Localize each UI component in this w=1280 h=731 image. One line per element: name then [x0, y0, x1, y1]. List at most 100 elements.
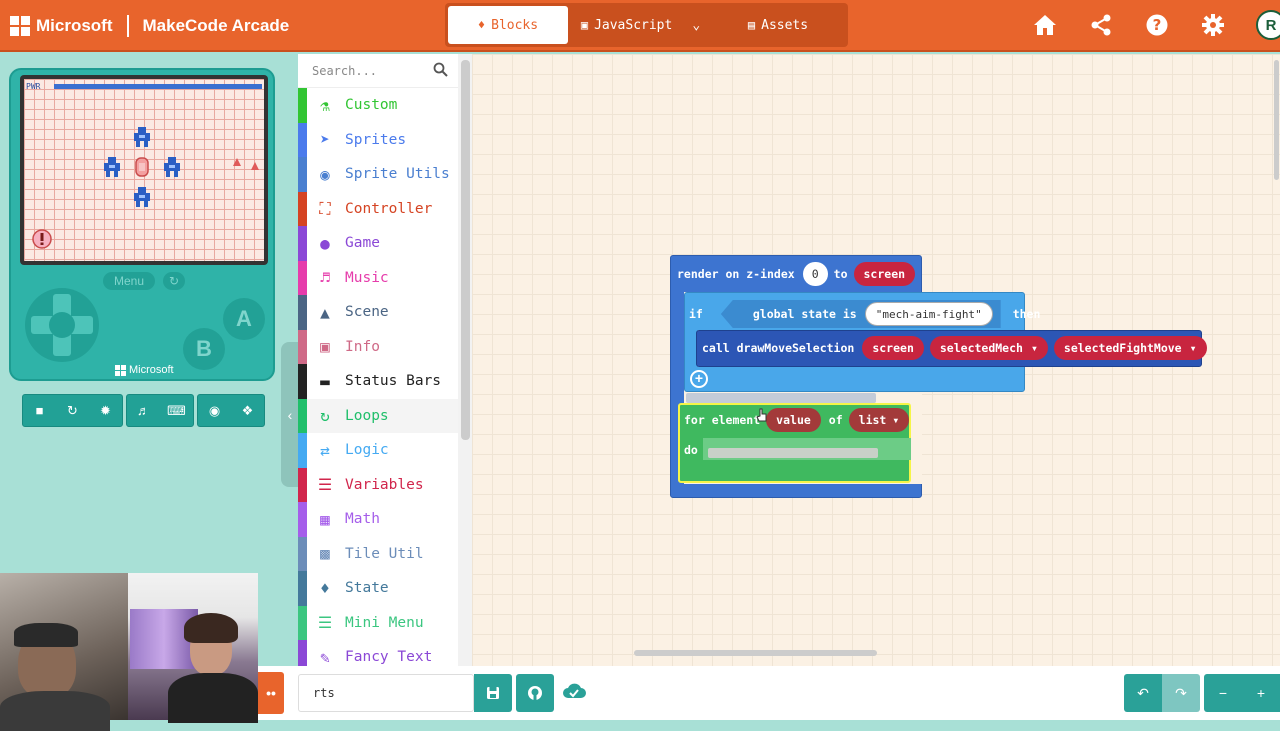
call-arg-selected-mech[interactable]: selectedMech ▾	[929, 336, 1048, 360]
mech-sprite	[134, 187, 150, 207]
help-icon[interactable]: ?	[1144, 12, 1170, 38]
toolbox-search-input[interactable]: Search...	[298, 54, 458, 88]
webcam-feed-2	[128, 573, 258, 723]
restart-icon[interactable]: ↻	[56, 395, 89, 426]
paper-plane-icon: ➤	[320, 130, 330, 150]
category-sprites[interactable]: ➤ Sprites	[298, 122, 458, 157]
game-grid: PWR	[24, 79, 264, 261]
category-custom[interactable]: ⚗ Custom	[298, 88, 458, 123]
toolbox-scrollbar[interactable]	[458, 54, 472, 666]
undo-icon[interactable]: ↶	[1124, 674, 1162, 712]
category-tile-util[interactable]: ▩ Tile Util	[298, 536, 458, 571]
user-avatar[interactable]: R	[1256, 10, 1280, 40]
shuffle-icon: ⇄	[320, 440, 330, 460]
category-info[interactable]: ▣ Info	[298, 329, 458, 364]
more-options-icon[interactable]: ••	[258, 672, 284, 714]
app-logo[interactable]: Microsoft MakeCode Arcade	[10, 15, 289, 37]
zoom-in-icon[interactable]: +	[1242, 674, 1280, 712]
cloud-sync-icon[interactable]	[562, 682, 586, 702]
menu-button[interactable]: Menu	[103, 272, 155, 290]
for-element-list-dropdown[interactable]: list ▾	[848, 408, 910, 432]
workspace-vertical-scrollbar[interactable]	[1274, 60, 1279, 180]
home-icon[interactable]	[1032, 12, 1058, 38]
category-color-bar	[298, 467, 307, 502]
person-body	[0, 691, 110, 731]
logo-divider	[126, 15, 129, 37]
menu-lines-icon: ☰	[317, 613, 333, 633]
circle-icon: ●	[320, 233, 330, 253]
person-body	[168, 673, 258, 723]
category-logic[interactable]: ⇄ Logic	[298, 433, 458, 468]
stop-icon[interactable]: ■	[23, 395, 56, 426]
dpad[interactable]	[25, 288, 99, 362]
category-sprite-utils[interactable]: ◉ Sprite Utils	[298, 157, 458, 192]
volume-icon[interactable]: ♬	[127, 395, 160, 426]
share-icon[interactable]	[1088, 12, 1114, 38]
power-label: PWR	[26, 82, 41, 91]
fullscreen-icon[interactable]: ❖	[231, 395, 264, 426]
tab-javascript[interactable]: ▣ JavaScript ⌄	[568, 6, 713, 44]
call-arg-selected-fight-move[interactable]: selectedFightMove ▾	[1053, 336, 1207, 360]
zoom-out-icon[interactable]: −	[1204, 674, 1242, 712]
project-name-input[interactable]: rts	[298, 674, 474, 712]
render-target-dropdown[interactable]: screen	[853, 262, 916, 286]
category-color-bar	[298, 329, 307, 364]
category-music[interactable]: ♬ Music	[298, 260, 458, 295]
category-state[interactable]: ♦ State	[298, 571, 458, 606]
category-scene[interactable]: ▲ Scene	[298, 295, 458, 330]
category-fancy-text[interactable]: ✎ Fancy Text	[298, 640, 458, 666]
mech-sprite	[134, 127, 150, 147]
hand-cursor-icon	[756, 408, 767, 422]
category-color-bar	[298, 364, 307, 399]
of-label: of	[828, 413, 843, 427]
category-label: Info	[345, 338, 380, 355]
category-label: Variables	[345, 476, 424, 493]
gamepad-icon: ⛶	[319, 198, 331, 218]
render-block-label: render on z-index	[677, 267, 795, 281]
search-icon[interactable]	[433, 62, 448, 81]
category-color-bar	[298, 536, 307, 571]
tab-assets-label: Assets	[761, 17, 809, 33]
state-value-input[interactable]: " mech-aim-fight "	[864, 302, 993, 326]
save-icon[interactable]	[474, 674, 512, 712]
for-element-var[interactable]: value	[766, 408, 821, 432]
global-state-condition[interactable]: global state is " mech-aim-fight "	[720, 300, 1001, 328]
call-arg-screen[interactable]: screen	[862, 336, 924, 360]
global-state-label: global state is	[752, 307, 857, 321]
settings-gear-icon[interactable]	[1200, 12, 1226, 38]
category-mini-menu[interactable]: ☰ Mini Menu	[298, 605, 458, 640]
reset-icon[interactable]: ↻	[163, 272, 185, 290]
enemy-sprite	[251, 162, 259, 170]
z-index-input[interactable]: 0	[802, 262, 828, 286]
category-game[interactable]: ● Game	[298, 226, 458, 261]
game-screen[interactable]: PWR	[20, 75, 268, 265]
add-else-icon[interactable]: +	[690, 370, 708, 388]
github-icon[interactable]	[516, 674, 554, 712]
screenshot-camera-icon[interactable]: ◉	[198, 395, 231, 426]
category-controller[interactable]: ⛶ Controller	[298, 191, 458, 226]
keyboard-icon[interactable]: ⌨	[160, 395, 193, 426]
list-label: list	[858, 413, 887, 427]
category-color-bar	[298, 260, 307, 295]
workspace-horizontal-scrollbar[interactable]	[634, 650, 877, 656]
render-to-label: to	[833, 267, 848, 281]
category-math[interactable]: ▦ Math	[298, 502, 458, 537]
category-loops[interactable]: ↻ Loops	[298, 398, 458, 433]
redo-icon[interactable]: ↷	[1162, 674, 1200, 712]
category-label: Fancy Text	[345, 649, 433, 666]
tab-blocks[interactable]: ♦ Blocks	[448, 6, 568, 44]
a-button[interactable]: A	[223, 298, 265, 340]
sim-media-group: ♬ ⌨	[126, 394, 194, 427]
map-icon: ▩	[320, 544, 330, 564]
b-button[interactable]: B	[183, 328, 225, 370]
category-status-bars[interactable]: ▬ Status Bars	[298, 364, 458, 399]
cursor-sprite	[135, 157, 149, 177]
collapse-simulator-button[interactable]: ‹	[281, 342, 299, 487]
chevron-down-icon[interactable]: ⌄	[692, 18, 700, 33]
tab-assets[interactable]: ▤ Assets	[713, 6, 843, 44]
debug-bug-icon[interactable]: ✹	[89, 395, 122, 426]
category-variables[interactable]: ☰ Variables	[298, 467, 458, 502]
category-label: Sprite Utils	[345, 166, 450, 183]
toolbox-scrollbar-thumb[interactable]	[461, 60, 470, 440]
sim-view-group: ◉ ❖	[197, 394, 265, 427]
